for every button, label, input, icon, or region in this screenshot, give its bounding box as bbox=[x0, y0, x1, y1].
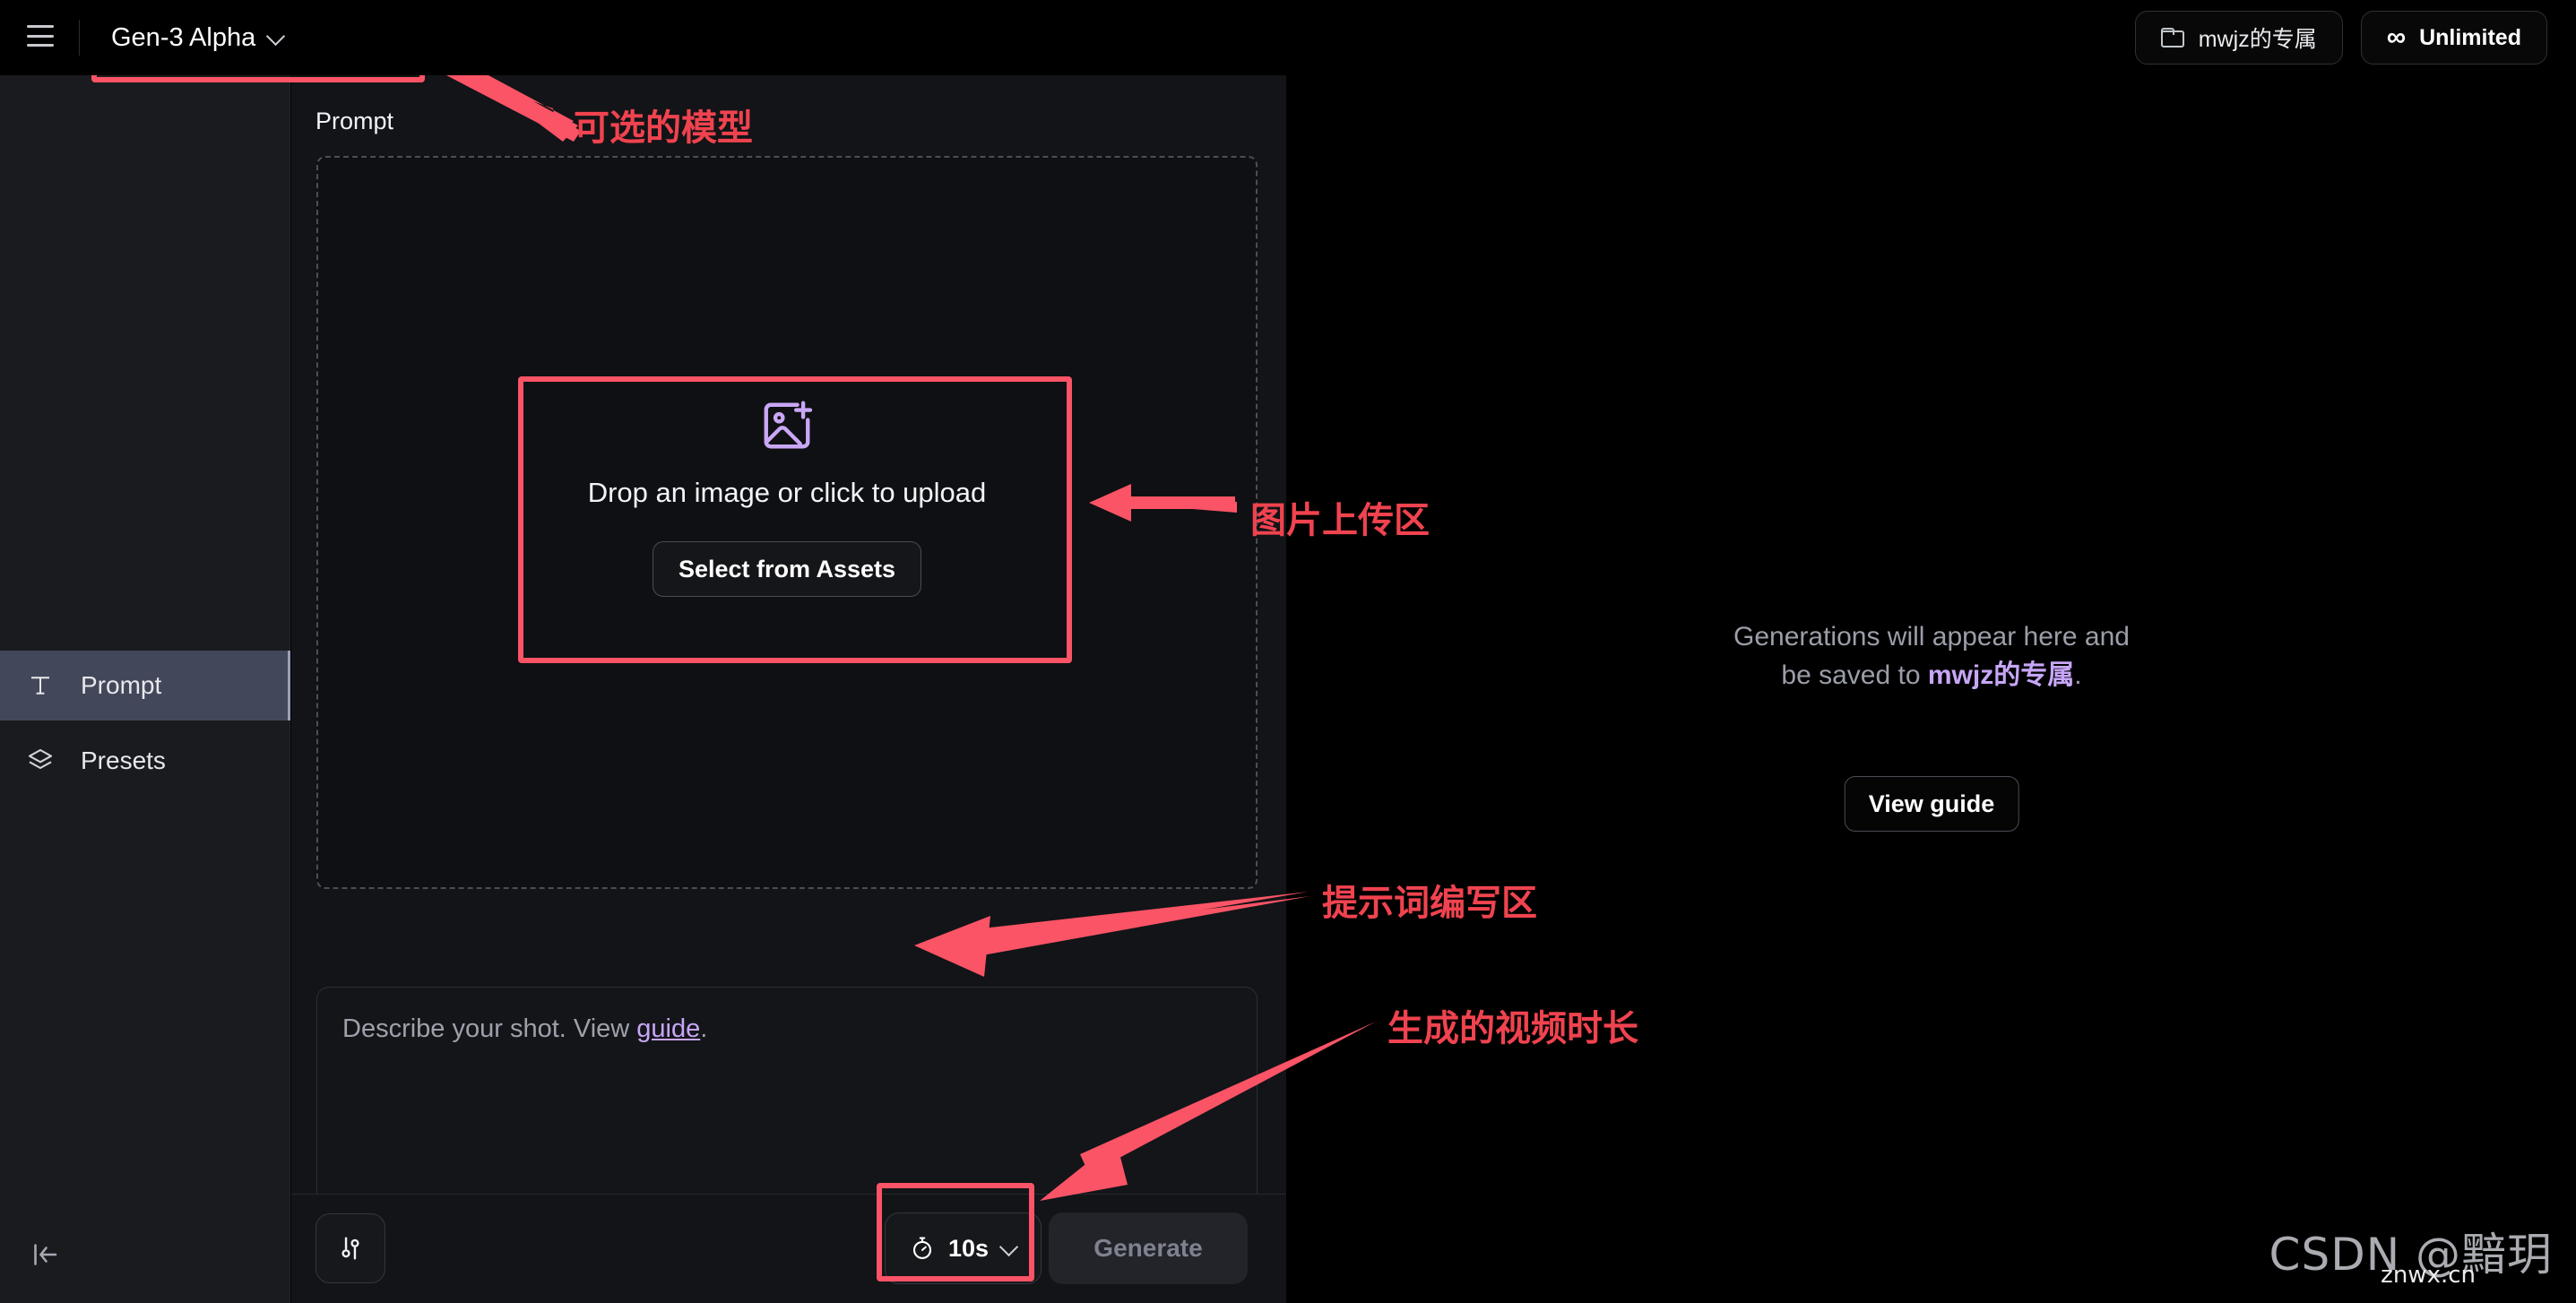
sliders-icon bbox=[335, 1233, 366, 1264]
sidebar-item-presets-label: Presets bbox=[81, 746, 166, 774]
settings-button[interactable] bbox=[316, 1213, 385, 1283]
prompt-placeholder-suffix: . bbox=[700, 1014, 708, 1043]
sidebar-item-prompt[interactable]: Prompt bbox=[0, 651, 290, 721]
preview-message-suffix: . bbox=[2074, 660, 2082, 690]
preview-message-prefix: be saved to bbox=[1781, 660, 1928, 690]
preview-message-line2: be saved to mwjz的专属. bbox=[1287, 657, 2576, 695]
prompt-guide-link[interactable]: guide bbox=[636, 1014, 700, 1043]
layers-icon bbox=[25, 746, 56, 776]
collapse-panel-left-icon[interactable] bbox=[22, 1231, 68, 1278]
top-bar: Gen-3 Alpha mwjz的专属 ∞ Unlimited bbox=[0, 0, 2576, 75]
sidebar: Prompt Presets bbox=[0, 75, 290, 1303]
folder-icon bbox=[2160, 28, 2184, 47]
hamburger-menu-icon[interactable] bbox=[27, 25, 54, 47]
prompt-placeholder-prefix: Describe your shot. View bbox=[342, 1014, 637, 1043]
duration-selector[interactable]: 10s bbox=[885, 1212, 1042, 1284]
prompt-toolbar: 10s Generate bbox=[291, 1194, 1286, 1303]
sidebar-item-presets[interactable]: Presets bbox=[0, 726, 290, 796]
workspace-button[interactable]: mwjz的专属 bbox=[2134, 11, 2343, 65]
image-plus-icon bbox=[759, 398, 815, 453]
preview-workspace-name: mwjz的专属 bbox=[1927, 660, 2075, 690]
preview-panel: Generations will appear here and be save… bbox=[1287, 75, 2576, 1303]
stopwatch-icon bbox=[909, 1235, 936, 1262]
chevron-down-icon bbox=[268, 30, 284, 46]
duration-value: 10s bbox=[948, 1234, 990, 1262]
chevron-down-icon bbox=[1001, 1240, 1017, 1256]
preview-message-line1: Generations will appear here and bbox=[1733, 622, 2130, 652]
model-selector[interactable]: Gen-3 Alpha bbox=[99, 13, 297, 63]
top-divider bbox=[79, 20, 80, 56]
text-t-icon bbox=[25, 670, 56, 701]
view-guide-button[interactable]: View guide bbox=[1844, 776, 2019, 832]
upload-dropzone-content: Drop an image or click to upload Select … bbox=[318, 398, 1256, 597]
generate-button[interactable]: Generate bbox=[1049, 1212, 1248, 1284]
prompt-textarea[interactable]: Describe your shot. View guide. bbox=[316, 987, 1258, 1218]
model-selector-label: Gen-3 Alpha bbox=[111, 22, 256, 52]
infinity-icon: ∞ bbox=[2386, 22, 2406, 52]
panel-title: Prompt bbox=[316, 108, 394, 134]
plan-button[interactable]: ∞ Unlimited bbox=[2360, 11, 2547, 65]
upload-instruction-text: Drop an image or click to upload bbox=[587, 477, 987, 508]
prompt-panel: Prompt Drop an image or click to upload … bbox=[291, 75, 1286, 1303]
workspace-label: mwjz的专属 bbox=[2198, 27, 2317, 52]
plan-label: Unlimited bbox=[2419, 24, 2521, 50]
preview-empty-message: Generations will appear here and be save… bbox=[1287, 618, 2576, 695]
select-from-assets-button[interactable]: Select from Assets bbox=[652, 541, 922, 597]
top-right-actions: mwjz的专属 ∞ Unlimited bbox=[2134, 11, 2547, 65]
image-upload-dropzone[interactable]: Drop an image or click to upload Select … bbox=[316, 156, 1258, 889]
sidebar-item-prompt-label: Prompt bbox=[81, 671, 162, 699]
app-root: Gen-3 Alpha mwjz的专属 ∞ Unlimited Prompt P… bbox=[0, 0, 2576, 1303]
